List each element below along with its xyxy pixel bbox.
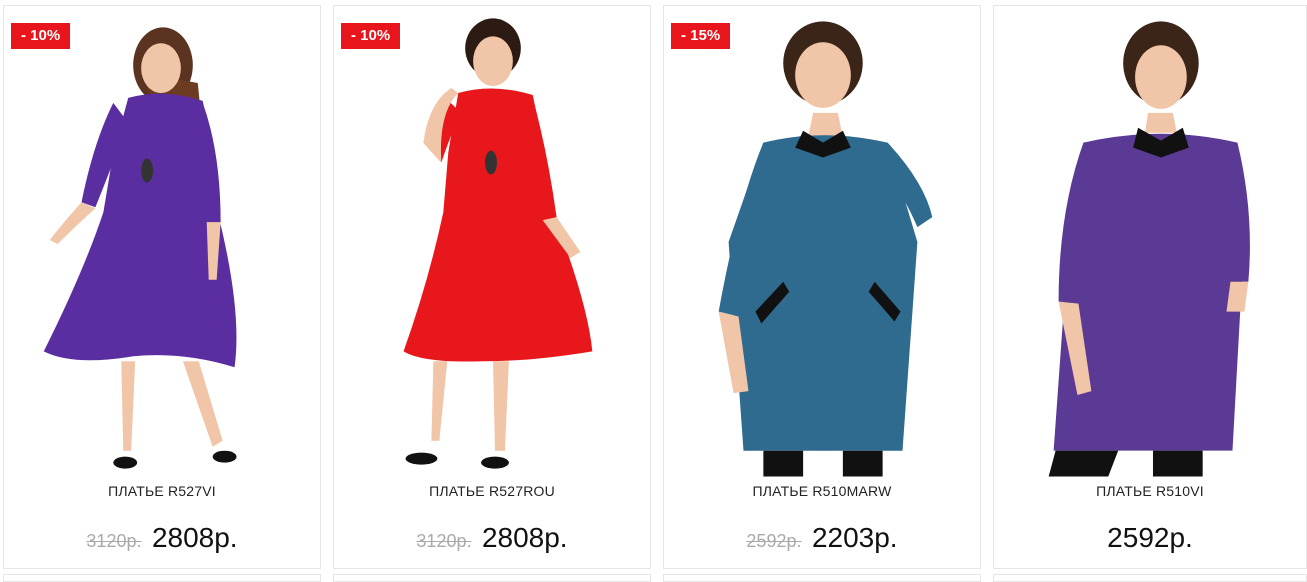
next-row-card-top <box>663 574 981 582</box>
price-block: 3120р. 2808р. <box>334 522 650 554</box>
current-price: 2203р. <box>811 522 898 553</box>
next-row-card-top <box>333 574 651 582</box>
product-photo[interactable] <box>334 12 650 478</box>
next-row-card-top <box>3 574 321 582</box>
product-grid: - 10% ПЛАТЬЕ R527VI 3120р. 2808р. - 10% … <box>0 0 1307 582</box>
old-price: 3120р. <box>86 531 142 551</box>
price-block: 3120р. 2808р. <box>4 522 320 554</box>
product-card[interactable]: - 10% ПЛАТЬЕ R527ROU 3120р. 2808р. <box>333 5 651 569</box>
product-card[interactable]: - 15% ПЛАТЬЕ R510MARW 2592р. 2203р. <box>663 5 981 569</box>
dress-image <box>403 18 593 469</box>
old-price: 2592р. <box>746 531 802 551</box>
product-name[interactable]: ПЛАТЬЕ R527ROU <box>334 483 650 499</box>
product-name[interactable]: ПЛАТЬЕ R510VI <box>994 483 1306 499</box>
discount-badge: - 10% <box>341 23 401 49</box>
product-photo[interactable] <box>994 12 1306 478</box>
product-name[interactable]: ПЛАТЬЕ R510MARW <box>664 483 980 499</box>
product-card[interactable]: - 10% ПЛАТЬЕ R527VI 3120р. 2808р. <box>3 5 321 569</box>
current-price: 2592р. <box>1107 522 1193 553</box>
price-block: 2592р. <box>994 522 1306 554</box>
price-block: 2592р. 2203р. <box>664 522 980 554</box>
product-card[interactable]: ПЛАТЬЕ R510VI 2592р. <box>993 5 1307 569</box>
product-photo[interactable] <box>664 12 980 478</box>
next-row-card-top <box>993 574 1307 582</box>
product-photo[interactable] <box>4 12 320 478</box>
old-price: 3120р. <box>416 531 472 551</box>
dress-image <box>43 27 237 469</box>
dress-image <box>718 21 933 477</box>
product-name[interactable]: ПЛАТЬЕ R527VI <box>4 483 320 499</box>
discount-badge: - 10% <box>11 23 71 49</box>
current-price: 2808р. <box>151 522 238 553</box>
dress-image <box>1048 21 1250 477</box>
current-price: 2808р. <box>481 522 568 553</box>
discount-badge: - 15% <box>671 23 731 49</box>
